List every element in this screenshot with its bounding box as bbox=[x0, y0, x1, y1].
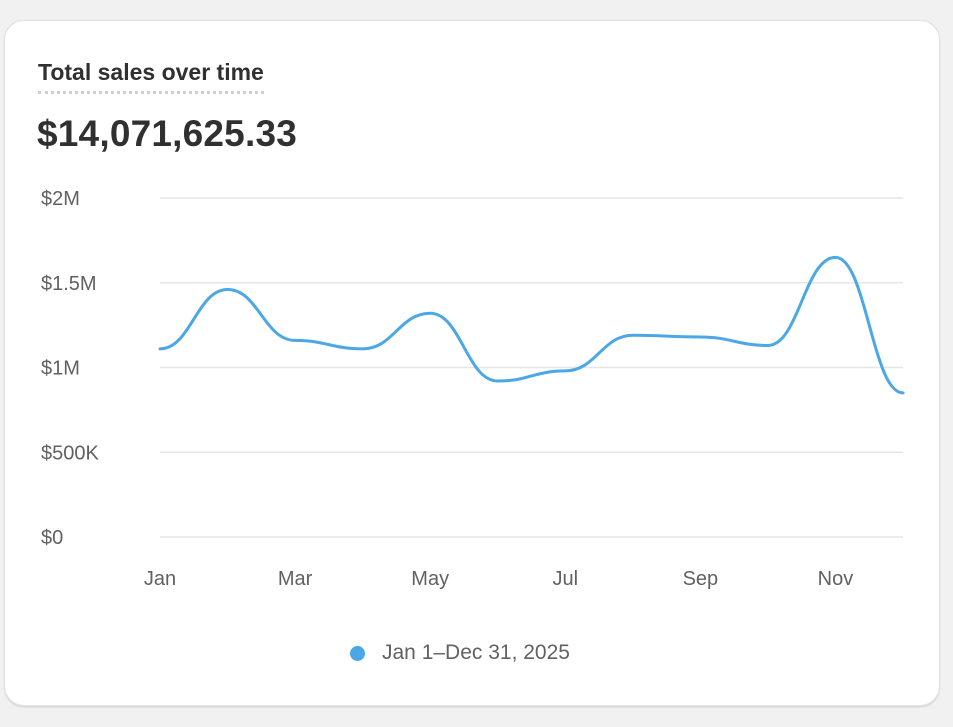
x-tick-label: Sep bbox=[683, 568, 719, 590]
data-point-apr[interactable] bbox=[357, 343, 369, 355]
y-tick-label: $2M bbox=[41, 188, 80, 210]
y-tick-label: $0 bbox=[41, 527, 63, 549]
sales-line-chart: $0 $500K $1M $1.5M $2M Jan Mar May Jul Sep Nov bbox=[41, 188, 909, 590]
x-tick-label: Mar bbox=[278, 568, 313, 590]
data-point-jun[interactable] bbox=[492, 375, 504, 387]
data-point-dec[interactable] bbox=[897, 387, 909, 399]
data-point-sep[interactable] bbox=[694, 331, 706, 343]
grid-lines bbox=[160, 197, 903, 538]
legend-label: Jan 1–Dec 31, 2025 bbox=[382, 641, 570, 664]
x-tick-label: Jan bbox=[144, 568, 176, 590]
data-point-feb[interactable] bbox=[222, 284, 234, 296]
series-layer bbox=[154, 251, 909, 399]
data-point-nov[interactable] bbox=[829, 251, 841, 263]
data-point-jul[interactable] bbox=[559, 365, 571, 377]
sales-card: Total sales over time $14,071,625.33 $0 $… bbox=[4, 20, 940, 706]
legend-item[interactable]: Jan 1–Dec 31, 2025 bbox=[350, 641, 570, 665]
legend-dot-icon bbox=[350, 645, 365, 661]
y-axis-ticks: $0 $500K $1M $1.5M $2M bbox=[41, 188, 99, 549]
y-tick-label: $1M bbox=[41, 358, 80, 380]
data-point-aug[interactable] bbox=[627, 329, 639, 341]
data-point-mar[interactable] bbox=[289, 334, 301, 346]
series-line[interactable] bbox=[158, 255, 905, 395]
x-tick-label: Nov bbox=[818, 568, 854, 590]
x-tick-label: Jul bbox=[552, 568, 578, 590]
x-tick-label: May bbox=[411, 568, 449, 590]
y-tick-label: $500K bbox=[41, 442, 99, 464]
y-tick-label: $1.5M bbox=[41, 273, 97, 295]
data-point-oct[interactable] bbox=[762, 339, 774, 351]
data-point-jan[interactable] bbox=[154, 343, 166, 355]
x-axis-ticks: Jan Mar May Jul Sep Nov bbox=[144, 568, 853, 590]
data-point-may[interactable] bbox=[424, 307, 436, 319]
